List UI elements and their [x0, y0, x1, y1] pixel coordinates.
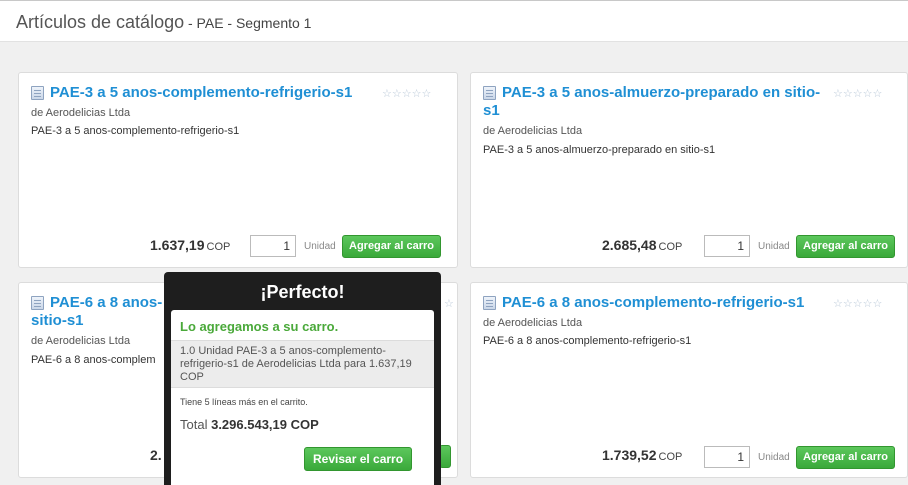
document-icon	[31, 86, 44, 100]
product-title-link[interactable]: PAE-6 a 8 anos-complemento-refrigerio-s1	[502, 294, 804, 312]
add-to-cart-button[interactable]: Agregar al carro	[796, 446, 895, 469]
rating-stars[interactable]: ☆☆☆☆☆	[833, 297, 882, 310]
cart-lines-note: Tiene 5 líneas más en el carrito.	[180, 397, 308, 407]
quantity-input[interactable]: 1	[250, 235, 296, 257]
product-price: 1.637,19 COP	[150, 237, 231, 253]
product-title-link-line2[interactable]: s1	[483, 102, 500, 120]
quantity-input[interactable]: 1	[704, 235, 750, 257]
popup-title: ¡Perfecto!	[260, 282, 345, 302]
product-description: PAE-6 a 8 anos-complem	[31, 354, 156, 366]
product-vendor: de Aerodelicias Ltda	[31, 107, 131, 119]
product-vendor: de Aerodelicias Ltda	[483, 317, 583, 329]
popup-body: Lo agregamos a su carro. 1.0 Unidad PAE-…	[171, 310, 434, 485]
product-card: PAE-3 a 5 anos-almuerzo-preparado en sit…	[470, 72, 908, 268]
cart-total: Total 3.296.543,19 COP	[180, 417, 319, 432]
page-header: Artículos de catálogo - PAE - Segmento 1	[0, 0, 908, 42]
product-title-link[interactable]: PAE-3 a 5 anos-almuerzo-preparado en sit…	[502, 84, 842, 102]
added-to-cart-popup: ¡Perfecto! Lo agregamos a su carro. 1.0 …	[164, 272, 441, 485]
product-title-link-line2[interactable]: sitio-s1	[31, 312, 84, 330]
product-description: PAE-6 a 8 anos-complemento-refrigerio-s1	[483, 335, 692, 347]
product-price: 2.	[150, 447, 162, 463]
page-title: Artículos de catálogo - PAE - Segmento 1	[16, 12, 312, 32]
rating-stars[interactable]: ☆	[444, 297, 454, 310]
add-to-cart-button[interactable]: Agregar al carro	[796, 235, 895, 258]
unit-label: Unidad	[758, 452, 790, 463]
added-item-detail: 1.0 Unidad PAE-3 a 5 anos-complemento-re…	[171, 340, 434, 388]
product-vendor: de Aerodelicias Ltda	[483, 125, 583, 137]
document-icon	[483, 296, 496, 310]
review-cart-button[interactable]: Revisar el carro	[304, 447, 413, 471]
confirmation-message: Lo agregamos a su carro.	[180, 319, 339, 334]
product-price: 1.739,52 COP	[602, 447, 683, 463]
product-description: PAE-3 a 5 anos-complemento-refrigerio-s1	[31, 125, 240, 137]
rating-stars[interactable]: ☆☆☆☆☆	[382, 87, 431, 100]
product-price: 2.685,48 COP	[602, 237, 683, 253]
product-card: PAE-3 a 5 anos-complemento-refrigerio-s1…	[18, 72, 458, 268]
rating-stars[interactable]: ☆☆☆☆☆	[833, 87, 882, 100]
unit-label: Unidad	[758, 241, 790, 252]
document-icon	[483, 86, 496, 100]
product-description: PAE-3 a 5 anos-almuerzo-preparado en sit…	[483, 144, 716, 156]
product-title-link[interactable]: PAE-6 a 8 anos-	[50, 294, 162, 312]
product-vendor: de Aerodelicias Ltda	[31, 335, 131, 347]
product-title-link[interactable]: PAE-3 a 5 anos-complemento-refrigerio-s1	[50, 84, 390, 102]
add-to-cart-button[interactable]: Agregar al carro	[342, 235, 441, 258]
unit-label: Unidad	[304, 241, 336, 252]
quantity-input[interactable]: 1	[704, 446, 750, 468]
document-icon	[31, 296, 44, 310]
product-card: PAE-6 a 8 anos-complemento-refrigerio-s1…	[470, 282, 908, 478]
